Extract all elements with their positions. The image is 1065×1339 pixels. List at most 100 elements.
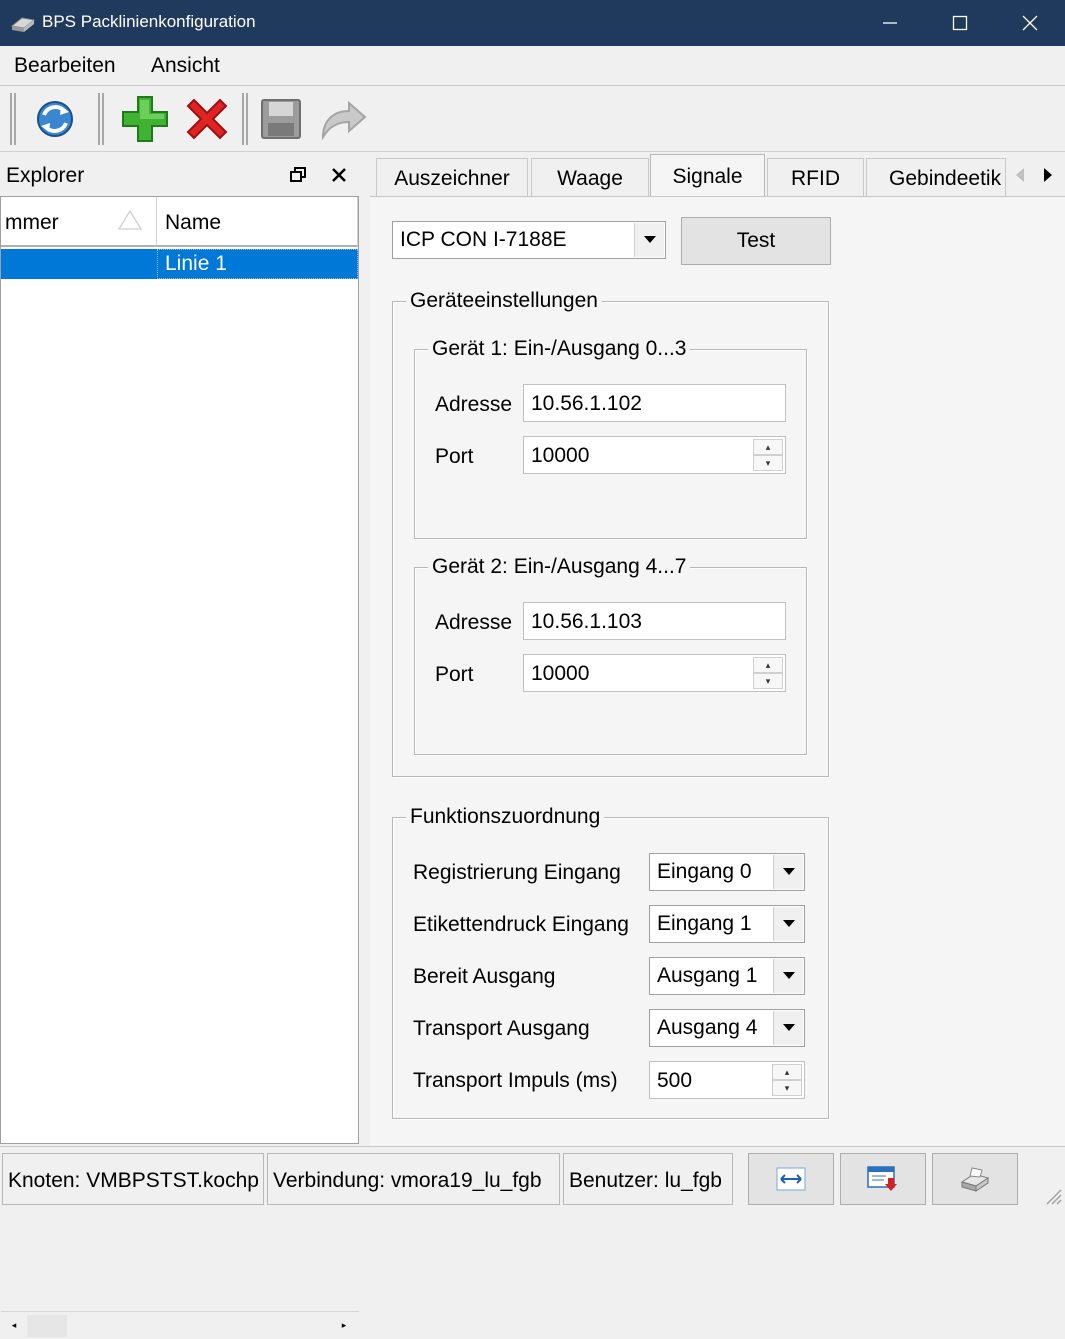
window-title: BPS Packlinienkonfiguration bbox=[42, 12, 256, 31]
table-row[interactable]: Linie 1 bbox=[1, 249, 358, 279]
bereit-label: Bereit Ausgang bbox=[413, 965, 556, 988]
spin-down-icon[interactable]: ▾ bbox=[753, 673, 783, 689]
window-export-button[interactable] bbox=[840, 1153, 926, 1205]
dropdown-button[interactable] bbox=[773, 959, 803, 993]
status-verbindung: Verbindung: vmora19_lu_fgb bbox=[267, 1153, 560, 1205]
close-icon bbox=[1022, 15, 1038, 31]
toolbar-grip-2[interactable] bbox=[98, 93, 104, 145]
device-type-select[interactable]: ICP CON I-7188E bbox=[392, 221, 666, 259]
tab-signale[interactable]: Signale bbox=[650, 154, 765, 198]
geraet1-port-value: 10000 bbox=[531, 444, 590, 467]
transport-select[interactable]: Ausgang 4 bbox=[649, 1009, 805, 1047]
chevron-down-icon bbox=[782, 972, 795, 979]
etikettendruck-select[interactable]: Eingang 1 bbox=[649, 905, 805, 943]
dropdown-button[interactable] bbox=[773, 907, 803, 941]
window-download-icon bbox=[867, 1166, 897, 1191]
spin-down-icon[interactable]: ▾ bbox=[753, 455, 783, 471]
registrierung-select[interactable]: Eingang 0 bbox=[649, 853, 805, 891]
menu-ansicht[interactable]: Ansicht bbox=[151, 54, 220, 78]
etikettendruck-label: Etikettendruck Eingang bbox=[413, 913, 629, 936]
geraet1-address-input[interactable]: 10.56.1.102 bbox=[523, 384, 786, 422]
registrierung-value: Eingang 0 bbox=[657, 860, 752, 883]
chevron-right-icon bbox=[1044, 168, 1052, 182]
geraet2-port-label: Port bbox=[435, 663, 474, 686]
maximize-icon bbox=[952, 15, 968, 31]
geraet2-port-stepper[interactable]: 10000 ▴ ▾ bbox=[523, 654, 786, 692]
tab-waage[interactable]: Waage bbox=[531, 158, 649, 196]
spin-up-icon[interactable]: ▴ bbox=[772, 1064, 802, 1080]
funktionszuordnung-legend: Funktionszuordnung bbox=[406, 805, 605, 829]
geraet1-port-label: Port bbox=[435, 445, 474, 468]
registrierung-label: Registrierung Eingang bbox=[413, 861, 621, 884]
tab-rfid[interactable]: RFID bbox=[767, 158, 864, 196]
etikettendruck-value: Eingang 1 bbox=[657, 912, 752, 935]
sort-ascending-icon bbox=[117, 209, 143, 230]
menu-bar: Bearbeiten Ansicht bbox=[0, 46, 1065, 86]
geraet1-port-stepper[interactable]: 10000 ▴ ▾ bbox=[523, 436, 786, 474]
add-button[interactable] bbox=[118, 92, 172, 146]
spin-buttons[interactable]: ▴ ▾ bbox=[753, 657, 783, 689]
dropdown-button[interactable] bbox=[773, 1011, 803, 1045]
refresh-button[interactable] bbox=[28, 92, 82, 146]
printer-button[interactable] bbox=[932, 1153, 1018, 1205]
menu-bearbeiten[interactable]: Bearbeiten bbox=[14, 54, 116, 78]
resize-grip-icon[interactable] bbox=[1044, 1187, 1062, 1205]
horizontal-scrollbar[interactable]: ◂ ▸ bbox=[1, 1311, 359, 1339]
status-knoten: Knoten: VMBPSTST.kochp bbox=[2, 1153, 264, 1205]
close-panel-icon[interactable] bbox=[330, 166, 348, 184]
delete-button[interactable] bbox=[180, 92, 234, 146]
minimize-button[interactable] bbox=[855, 0, 925, 46]
spin-up-icon[interactable]: ▴ bbox=[753, 439, 783, 455]
plus-icon bbox=[122, 96, 168, 142]
spin-down-icon[interactable]: ▾ bbox=[772, 1080, 802, 1096]
maximize-button[interactable] bbox=[925, 0, 995, 46]
column-header-nummer[interactable]: mmer bbox=[1, 197, 157, 247]
float-window-icon[interactable] bbox=[290, 166, 308, 184]
impuls-label: Transport Impuls (ms) bbox=[413, 1069, 618, 1092]
column-header-name[interactable]: Name bbox=[157, 197, 358, 247]
test-button[interactable]: Test bbox=[681, 217, 831, 265]
tab-gebindeetik[interactable]: Gebindeetik bbox=[866, 158, 1006, 196]
save-icon bbox=[261, 99, 301, 139]
app-icon bbox=[10, 17, 36, 32]
toolbar-grip[interactable] bbox=[10, 93, 16, 145]
bereit-select[interactable]: Ausgang 1 bbox=[649, 957, 805, 995]
scroll-thumb[interactable] bbox=[27, 1315, 67, 1337]
geraet2-legend: Gerät 2: Ein-/Ausgang 4...7 bbox=[428, 555, 691, 579]
save-button[interactable] bbox=[254, 92, 308, 146]
column-header-label: Name bbox=[165, 211, 222, 234]
printer-icon bbox=[960, 1167, 990, 1192]
dropdown-button[interactable] bbox=[773, 855, 803, 889]
dropdown-button[interactable] bbox=[634, 223, 664, 257]
fit-width-button[interactable] bbox=[748, 1153, 834, 1205]
scroll-right-icon[interactable]: ▸ bbox=[333, 1314, 355, 1338]
status-benutzer: Benutzer: lu_fgb bbox=[563, 1153, 733, 1205]
refresh-icon bbox=[37, 101, 73, 137]
undo-button[interactable] bbox=[316, 92, 370, 146]
toolbar bbox=[0, 86, 1065, 152]
chevron-left-icon bbox=[1016, 168, 1024, 182]
geraet2-address-label: Adresse bbox=[435, 611, 513, 634]
expand-horizontal-icon bbox=[776, 1167, 806, 1191]
geraet1-legend: Gerät 1: Ein-/Ausgang 0...3 bbox=[428, 337, 691, 361]
explorer-list: mmer Name Linie 1 ◂ ▸ bbox=[0, 196, 359, 1339]
impuls-stepper[interactable]: 500 ▴ ▾ bbox=[649, 1061, 805, 1099]
signale-tab-content: ICP CON I-7188E Test Geräteeinstellungen… bbox=[370, 196, 1065, 1146]
tab-auszeichner[interactable]: Auszeichner bbox=[376, 158, 528, 196]
scroll-left-icon[interactable]: ◂ bbox=[3, 1314, 25, 1338]
device-type-value: ICP CON I-7188E bbox=[400, 228, 567, 251]
chevron-down-icon bbox=[782, 920, 795, 927]
geraet1-address-label: Adresse bbox=[435, 393, 513, 416]
geraeteeinstellungen-legend: Geräteeinstellungen bbox=[406, 289, 602, 313]
toolbar-grip-3[interactable] bbox=[242, 93, 248, 145]
geraet2-address-input[interactable]: 10.56.1.103 bbox=[523, 602, 786, 640]
close-button[interactable] bbox=[995, 0, 1065, 46]
tab-scroll-left-button[interactable] bbox=[1006, 158, 1034, 192]
tab-scroll-right-button[interactable] bbox=[1034, 158, 1062, 192]
undo-icon bbox=[321, 100, 367, 141]
spin-buttons[interactable]: ▴ ▾ bbox=[772, 1064, 802, 1096]
spin-buttons[interactable]: ▴ ▾ bbox=[753, 439, 783, 471]
transport-value: Ausgang 4 bbox=[657, 1016, 758, 1039]
spin-up-icon[interactable]: ▴ bbox=[753, 657, 783, 673]
impuls-value: 500 bbox=[657, 1069, 693, 1092]
